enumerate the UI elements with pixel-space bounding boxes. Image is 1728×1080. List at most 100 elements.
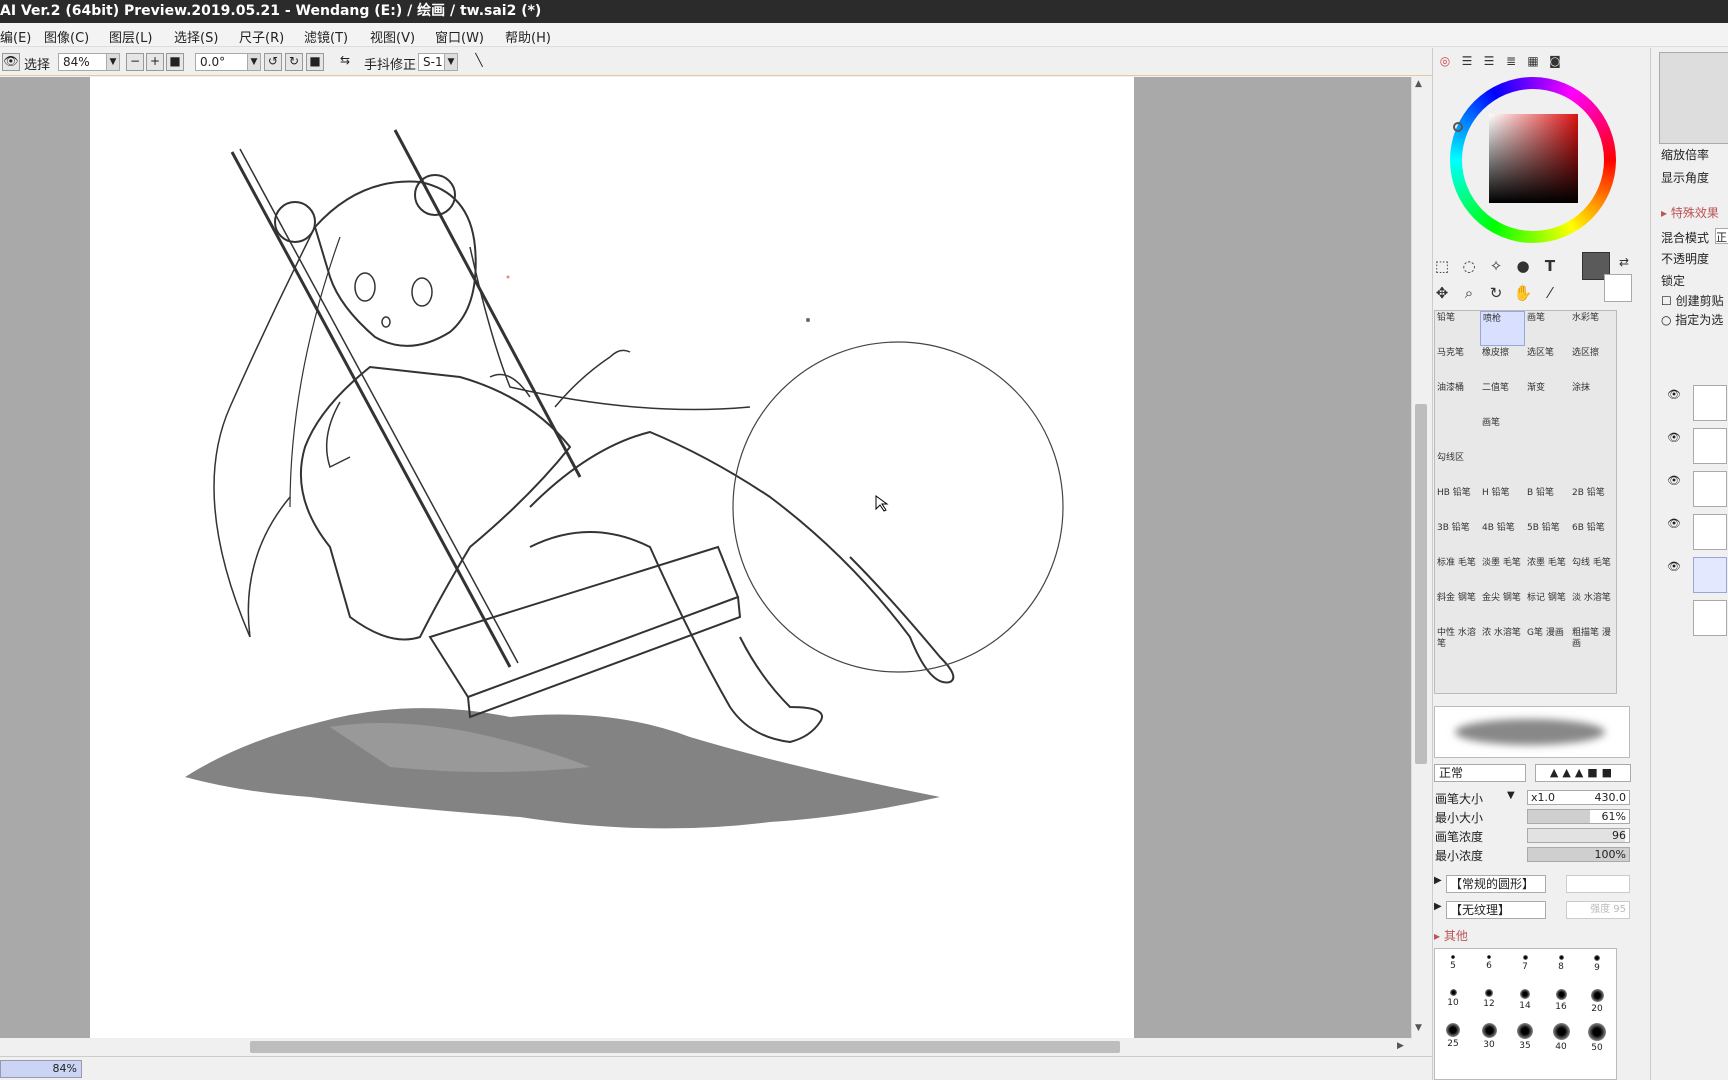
eyedropper-icon[interactable]: ⁄ (1538, 281, 1562, 305)
size-preset[interactable]: 35 (1507, 1017, 1543, 1051)
size-preset[interactable]: 20 (1579, 983, 1615, 1017)
size-preset[interactable]: 30 (1471, 1017, 1507, 1051)
brush-cell[interactable]: H 铅笔 (1480, 486, 1525, 521)
scratchpad-tab-icon[interactable]: ◙ (1545, 52, 1565, 70)
eye-icon[interactable]: 👁 (1665, 387, 1683, 403)
density-slider[interactable]: 96 (1527, 828, 1630, 843)
menu-select[interactable]: 选择(S) (174, 27, 218, 46)
size-preset[interactable]: 9 (1579, 949, 1615, 983)
layer-thumbnail[interactable] (1693, 471, 1727, 507)
magic-wand-icon[interactable]: ✧ (1484, 254, 1508, 278)
horizontal-scrollbar[interactable]: ▶ (0, 1038, 1411, 1056)
brush-cell[interactable]: 勾线区 (1435, 451, 1480, 486)
brush-cell[interactable]: 淡 水溶笔 (1570, 591, 1615, 626)
move-icon[interactable]: ✥ (1430, 281, 1454, 305)
clip-option[interactable]: ☐ 创建剪贴 (1661, 292, 1724, 309)
layer-thumbnail[interactable] (1693, 428, 1727, 464)
eye-icon[interactable]: 👁 (1665, 430, 1683, 446)
shape-icon[interactable]: ● (1511, 254, 1535, 278)
menu-edit[interactable]: 编(E) (0, 27, 31, 46)
brush-cell[interactable]: 铅笔 (1435, 311, 1480, 346)
vertical-scrollbar[interactable]: ▲ ▼ (1411, 77, 1429, 1039)
color-wheel-tab-icon[interactable]: ◎ (1435, 52, 1455, 70)
hsv-slider-tab-icon[interactable]: ☰ (1479, 52, 1499, 70)
zoom-in-button[interactable]: + (146, 53, 164, 71)
brush-cell[interactable]: 渐变 (1525, 381, 1570, 416)
layer-thumbnail-selected[interactable] (1693, 557, 1727, 593)
brush-cell[interactable]: 马克笔 (1435, 346, 1480, 381)
brush-cell[interactable]: 橡皮擦 (1480, 346, 1525, 381)
brush-cell[interactable]: 3B 铅笔 (1435, 521, 1480, 556)
menu-image[interactable]: 图像(C) (44, 27, 89, 46)
canvas-area[interactable] (0, 77, 1411, 1038)
brush-cell[interactable]: HB 铅笔 (1435, 486, 1480, 521)
min-size-slider[interactable]: 61% (1527, 809, 1630, 824)
size-preset[interactable]: 10 (1435, 983, 1471, 1017)
brush-cell[interactable]: 浓墨 毛笔 (1525, 556, 1570, 591)
angle-dropdown-icon[interactable]: ▼ (247, 53, 261, 71)
brush-texture-strength[interactable]: 强度 95 (1566, 901, 1630, 919)
menu-view[interactable]: 视图(V) (370, 27, 415, 46)
zoom-tool-icon[interactable]: ⌕ (1457, 281, 1481, 305)
menu-help[interactable]: 帮助(H) (505, 27, 551, 46)
brush-cell[interactable]: 6B 铅笔 (1570, 521, 1615, 556)
menu-ruler[interactable]: 尺子(R) (239, 27, 284, 46)
size-preset[interactable]: 14 (1507, 983, 1543, 1017)
size-preset[interactable]: 8 (1543, 949, 1579, 983)
brush-cell[interactable]: 画笔 (1480, 416, 1525, 451)
size-preset[interactable]: 50 (1579, 1017, 1615, 1053)
scroll-right-icon[interactable]: ▶ (1397, 1041, 1404, 1051)
eye-icon[interactable]: 👁 (2, 53, 20, 71)
size-preset[interactable]: 16 (1543, 983, 1579, 1017)
brush-cell[interactable]: 涂抹 (1570, 381, 1615, 416)
horizontal-scroll-thumb[interactable] (250, 1041, 1120, 1053)
size-preset[interactable]: 5 (1435, 949, 1471, 983)
zoom-dropdown-icon[interactable]: ▼ (106, 53, 120, 71)
drawing-canvas[interactable] (90, 77, 1134, 1038)
line-tool-icon[interactable]: ╲ (470, 53, 488, 71)
zoom-out-button[interactable]: − (126, 53, 144, 71)
layer-blend-select[interactable]: 正 (1715, 228, 1728, 244)
expand-shape-icon[interactable]: ▶ (1434, 875, 1442, 886)
brush-cell[interactable]: 斜金 钢笔 (1435, 591, 1480, 626)
text-tool-icon[interactable]: T (1538, 254, 1562, 278)
brush-shape-strength[interactable] (1566, 875, 1630, 893)
brush-cell[interactable]: 粗描笔 漫画 (1570, 626, 1615, 661)
rotate-reset-button[interactable]: ■ (306, 53, 324, 71)
brush-cell[interactable]: B 铅笔 (1525, 486, 1570, 521)
brush-cell[interactable]: 中性 水溶笔 (1435, 626, 1480, 661)
brush-cell[interactable]: 标准 毛笔 (1435, 556, 1480, 591)
brush-cell[interactable]: 4B 铅笔 (1480, 521, 1525, 556)
other-section-header[interactable]: ▸ 其他 (1434, 927, 1468, 944)
rotate-cw-button[interactable]: ↻ (285, 53, 303, 71)
color-list-tab-icon[interactable]: ≣ (1501, 52, 1521, 70)
chevron-down-icon[interactable]: ▼ (1507, 790, 1515, 801)
size-preset[interactable]: 12 (1471, 983, 1507, 1017)
rgb-slider-tab-icon[interactable]: ☰ (1457, 52, 1477, 70)
scroll-up-icon[interactable]: ▲ (1415, 79, 1422, 89)
brush-cell[interactable]: 金尖 钢笔 (1480, 591, 1525, 626)
brush-cell[interactable]: 淡墨 毛笔 (1480, 556, 1525, 591)
size-preset[interactable]: 40 (1543, 1017, 1579, 1052)
brush-cell[interactable]: 画笔 (1525, 311, 1570, 346)
min-density-slider[interactable]: 100% (1527, 847, 1630, 862)
effects-section[interactable]: ▸ 特殊效果 (1661, 204, 1719, 221)
menu-window[interactable]: 窗口(W) (435, 27, 484, 46)
layer-thumbnail[interactable] (1693, 514, 1727, 550)
lasso-icon[interactable]: ◌ (1457, 254, 1481, 278)
eye-icon[interactable]: 👁 (1665, 473, 1683, 489)
eye-icon[interactable]: 👁 (1665, 516, 1683, 532)
angle-field[interactable]: 0.0° (195, 53, 253, 71)
brush-cell[interactable]: 二值笔 (1480, 381, 1525, 416)
brush-cell[interactable]: 水彩笔 (1570, 311, 1615, 346)
background-color-swatch[interactable] (1604, 274, 1632, 302)
swatches-tab-icon[interactable]: ▦ (1523, 52, 1543, 70)
brush-cell[interactable]: 5B 铅笔 (1525, 521, 1570, 556)
vertical-scroll-thumb[interactable] (1415, 404, 1427, 764)
brush-cell[interactable]: 标记 钢笔 (1525, 591, 1570, 626)
stabilizer-dropdown-icon[interactable]: ▼ (444, 53, 458, 71)
brush-cell[interactable]: 2B 铅笔 (1570, 486, 1615, 521)
zoom-reset-button[interactable]: ■ (166, 53, 184, 71)
rotate-tool-icon[interactable]: ↻ (1484, 281, 1508, 305)
brush-shape-select[interactable]: 【常规的圆形】 (1446, 875, 1546, 893)
